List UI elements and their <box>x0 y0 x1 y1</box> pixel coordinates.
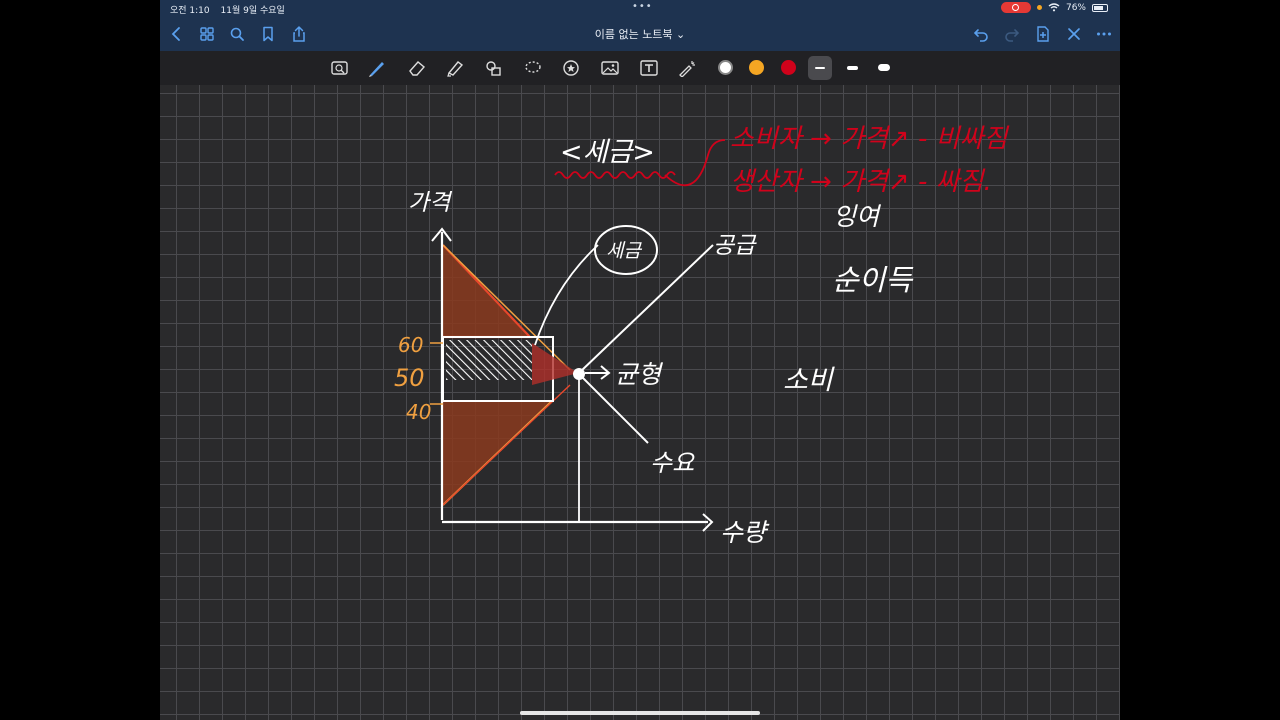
tax-revenue-area <box>446 340 532 380</box>
tax-bubble-label: 세금 <box>606 240 642 262</box>
add-page-icon[interactable] <box>1034 25 1052 43</box>
navigation-bar: 이름 없는 노트북 ⌄ <box>160 18 1120 51</box>
shapes-icon[interactable] <box>483 59 503 77</box>
eraser-icon[interactable] <box>407 59 427 77</box>
consumer-label: 소비 <box>783 365 835 396</box>
thickness-thick-button[interactable] <box>872 56 896 80</box>
deadweight-loss-area <box>532 343 578 385</box>
battery-icon <box>1092 3 1108 12</box>
status-time: 오전 1:10 <box>170 6 210 16</box>
more-icon[interactable] <box>1095 25 1113 43</box>
redo-icon[interactable] <box>1003 25 1021 43</box>
x-axis-label: 수량 <box>720 518 770 547</box>
ipad-screen: 오전 1:10 11월 9일 수요일 ••• 76% 이름 없는 노트북 ⌄ <… <box>160 0 1120 720</box>
note-canvas[interactable]: <세금> 가격 세금 공급 균형 수요 수량 잉여 순이득 소비 60 50 4… <box>160 85 1120 720</box>
consumer-note: 소비자 → 가격↗ - 비싸짐 <box>730 124 1009 154</box>
handwriting-layer: <세금> 가격 세금 공급 균형 수요 수량 잉여 순이득 소비 60 50 4… <box>394 124 1009 547</box>
image-icon[interactable] <box>600 59 620 77</box>
supply-label: 공급 <box>713 233 757 259</box>
lasso-icon[interactable] <box>523 59 543 77</box>
laser-icon[interactable] <box>677 59 697 77</box>
y-axis-label: 가격 <box>408 190 453 216</box>
multitask-dots-icon[interactable]: ••• <box>632 1 653 12</box>
color-orange-swatch[interactable] <box>749 60 764 75</box>
tax-heading: <세금> <box>560 137 655 168</box>
color-white-swatch[interactable] <box>718 60 733 75</box>
undo-icon[interactable] <box>972 25 990 43</box>
text-icon[interactable] <box>639 59 659 77</box>
price-60-label: 60 <box>398 333 423 357</box>
surplus-label: 잉여 <box>833 202 882 231</box>
location-dot-icon <box>1036 5 1042 10</box>
pen-icon[interactable] <box>367 59 387 77</box>
sticker-icon[interactable] <box>561 59 581 77</box>
wifi-icon <box>1048 3 1060 12</box>
squiggle-underline <box>554 171 676 179</box>
thickness-thin-button[interactable] <box>808 56 832 80</box>
equilibrium-label: 균형 <box>615 360 664 389</box>
battery-percent: 76% <box>1065 2 1086 13</box>
zoom-window-icon[interactable] <box>330 59 350 77</box>
producer-note: 생산자 → 가격↗ - 싸짐. <box>730 167 992 197</box>
close-icon[interactable] <box>1065 25 1083 43</box>
demand-label: 수요 <box>650 449 695 477</box>
color-red-swatch[interactable] <box>781 60 796 75</box>
highlighter-icon[interactable] <box>445 59 465 77</box>
status-bar: 오전 1:10 11월 9일 수요일 ••• 76% <box>160 0 1120 18</box>
thickness-medium-button[interactable] <box>840 56 864 80</box>
status-date: 11월 9일 수요일 <box>220 6 285 16</box>
deadweight-label: 순이득 <box>832 263 913 297</box>
price-40-label: 40 <box>406 400 431 424</box>
home-indicator[interactable] <box>520 711 760 715</box>
price-50-label: 50 <box>394 364 425 392</box>
tools-toolbar <box>160 51 1120 85</box>
screen-record-icon <box>1000 2 1031 13</box>
